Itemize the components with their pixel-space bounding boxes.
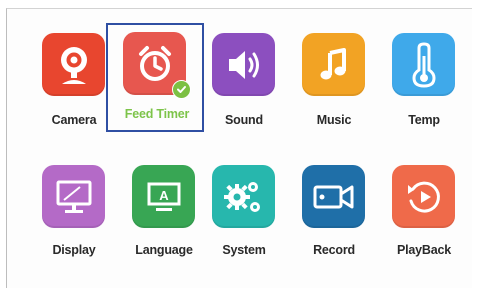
camera-icon-box — [42, 33, 105, 96]
language-board-icon-box: A — [132, 165, 195, 228]
menu-label-music: Music — [316, 113, 352, 127]
replay-icon-box — [392, 165, 455, 228]
menu-tile-record[interactable]: Record — [286, 159, 382, 279]
menu-label-feed-timer: Feed Timer — [124, 107, 190, 121]
video-camera-icon — [313, 185, 353, 208]
monitor-icon-box — [42, 165, 105, 228]
gears-icon — [223, 181, 260, 212]
menu-tile-music[interactable]: Music — [286, 27, 382, 147]
menu-label-system: System — [222, 243, 266, 257]
thermometer-icon-box — [392, 33, 455, 96]
menu-tile-display[interactable]: Display — [26, 159, 122, 279]
svg-text:A: A — [159, 188, 169, 203]
music-note-icon-box — [302, 33, 365, 96]
menu-label-display: Display — [52, 243, 96, 257]
alarm-clock-icon — [138, 45, 171, 81]
menu-label-record: Record — [313, 243, 355, 257]
menu-tile-sound[interactable]: Sound — [196, 27, 292, 147]
speaker-icon-box — [212, 33, 275, 96]
camera-icon — [60, 46, 87, 84]
menu-tile-feed-timer[interactable]: Feed Timer — [106, 23, 204, 132]
menu-tile-temp[interactable]: Temp — [376, 27, 472, 147]
replay-icon — [407, 181, 440, 213]
monitor-icon — [56, 180, 91, 213]
gears-icon-box — [212, 165, 275, 228]
menu-tile-system[interactable]: System — [196, 159, 292, 279]
language-board-icon: A — [147, 182, 180, 211]
menu-screen: Camera Feed Timer Sound Music Temp Displ… — [6, 8, 472, 288]
menu-label-temp: Temp — [408, 113, 440, 127]
menu-label-sound: Sound — [225, 113, 263, 127]
music-note-icon — [320, 47, 346, 79]
menu-tile-playback[interactable]: PlayBack — [376, 159, 472, 279]
check-icon — [172, 80, 191, 99]
speaker-icon — [228, 50, 259, 79]
menu-label-playback: PlayBack — [397, 243, 451, 257]
video-camera-icon-box — [302, 165, 365, 228]
thermometer-icon — [411, 41, 436, 88]
